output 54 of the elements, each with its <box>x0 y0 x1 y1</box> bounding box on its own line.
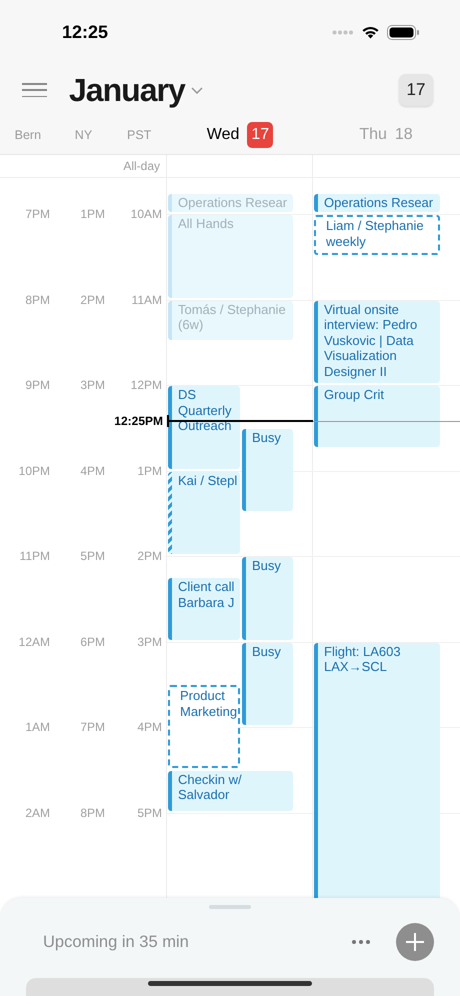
hour-label: 2PM <box>136 548 163 564</box>
wifi-icon <box>361 25 380 39</box>
calendar-event[interactable]: Liam / Stephanie weekly <box>314 215 440 255</box>
all-day-label: All-day <box>123 158 160 175</box>
hour-label: 3PM <box>136 634 163 650</box>
hour-label: 8PM <box>24 292 51 308</box>
hour-label: 2PM <box>79 292 106 308</box>
battery-icon <box>387 24 420 40</box>
hour-label: 11PM <box>18 548 51 564</box>
hour-label: 1PM <box>79 206 106 222</box>
hour-label: 7PM <box>79 719 106 735</box>
hour-label: 8PM <box>79 804 106 820</box>
hour-label: 3PM <box>79 377 106 393</box>
upcoming-text: Upcoming in 35 min <box>43 932 189 953</box>
today-button[interactable]: 17 <box>399 74 433 106</box>
hour-label: 6PM <box>79 634 106 650</box>
calendar-event[interactable]: Busy <box>242 557 293 640</box>
hour-label: 4PM <box>79 462 106 478</box>
hour-label: 1PM <box>136 462 163 478</box>
hour-label: 2AM <box>24 804 51 820</box>
day-header[interactable]: Wed 17 <box>167 122 313 148</box>
signal-icon <box>332 30 354 34</box>
calendar-event[interactable]: Group Crit <box>314 386 440 448</box>
add-button[interactable] <box>396 923 434 961</box>
hour-label: 12AM <box>18 634 51 650</box>
hour-label: 5PM <box>79 548 106 564</box>
hour-label: 10PM <box>18 462 51 478</box>
hour-label: 4PM <box>136 719 163 735</box>
hour-label: 11AM <box>130 292 163 308</box>
hour-label: 5PM <box>136 804 163 820</box>
current-time-label: 12:25PM <box>114 412 163 429</box>
calendar-event[interactable]: Kai / Stepl <box>168 472 240 554</box>
menu-button[interactable] <box>22 81 47 99</box>
calendar-event[interactable]: Virtual onsite interview: Pedro Vuskovic | Data Visualization Designer II <box>314 300 440 383</box>
calendar-event[interactable]: Client call Barbara J <box>168 578 240 640</box>
calendar-event[interactable]: DS Quarterly Outreach <box>168 386 240 468</box>
calendar-event[interactable]: Operations Resear <box>314 194 440 212</box>
calendar-event[interactable]: Product Marketing <box>168 685 240 768</box>
timezone-label: Bern <box>14 126 42 144</box>
hour-label: 7PM <box>24 206 51 222</box>
day-header[interactable]: Thu 18 <box>313 123 459 147</box>
timezone-label: PST <box>126 126 152 144</box>
timezone-label: NY <box>74 126 94 144</box>
status-time: 12:25 <box>62 20 108 44</box>
hour-label: 12PM <box>130 377 163 393</box>
hour-label: 10AM <box>130 206 163 222</box>
hour-label: 9PM <box>24 377 51 393</box>
calendar-event[interactable]: Busy <box>242 642 293 725</box>
chevron-down-icon <box>190 86 203 94</box>
month-picker[interactable]: January <box>69 66 203 114</box>
hour-label: 1AM <box>24 719 51 735</box>
calendar-event[interactable]: Checkin w/ Salvador <box>168 770 293 810</box>
calendar-event[interactable]: Busy <box>242 428 293 512</box>
plus-icon <box>405 932 425 952</box>
